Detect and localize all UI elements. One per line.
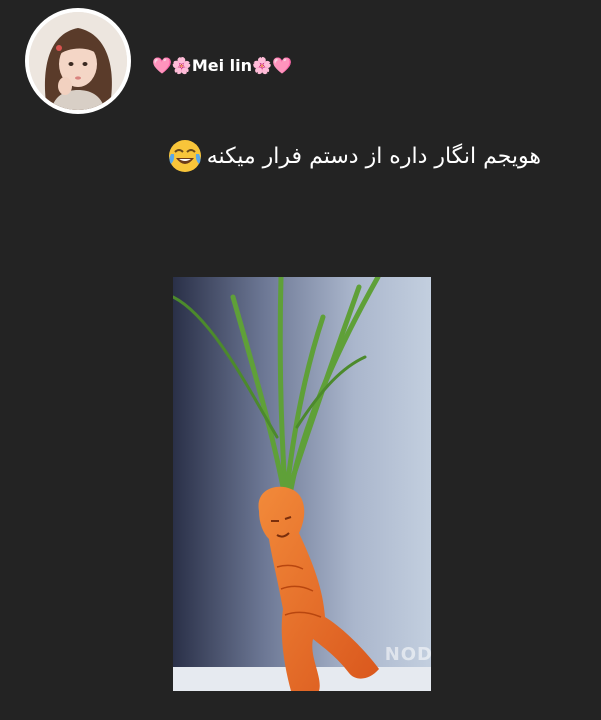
profile-avatar[interactable] xyxy=(25,8,131,114)
post-caption: هویجم انگار داره از دستم فرار میکنه xyxy=(167,138,541,174)
post-photo[interactable]: NOD xyxy=(173,277,431,691)
avatar-photo xyxy=(29,12,127,110)
post-view: 🩷🌸Mei lin🌸🩷 هویجم انگار داره از دستم فرا… xyxy=(0,0,601,720)
caption-text: هویجم انگار داره از دستم فرار میکنه xyxy=(206,143,541,169)
username[interactable]: 🩷🌸Mei lin🌸🩷 xyxy=(152,52,292,78)
face-with-tears-of-joy-icon xyxy=(167,138,203,174)
photo-watermark: NOD xyxy=(384,644,431,665)
